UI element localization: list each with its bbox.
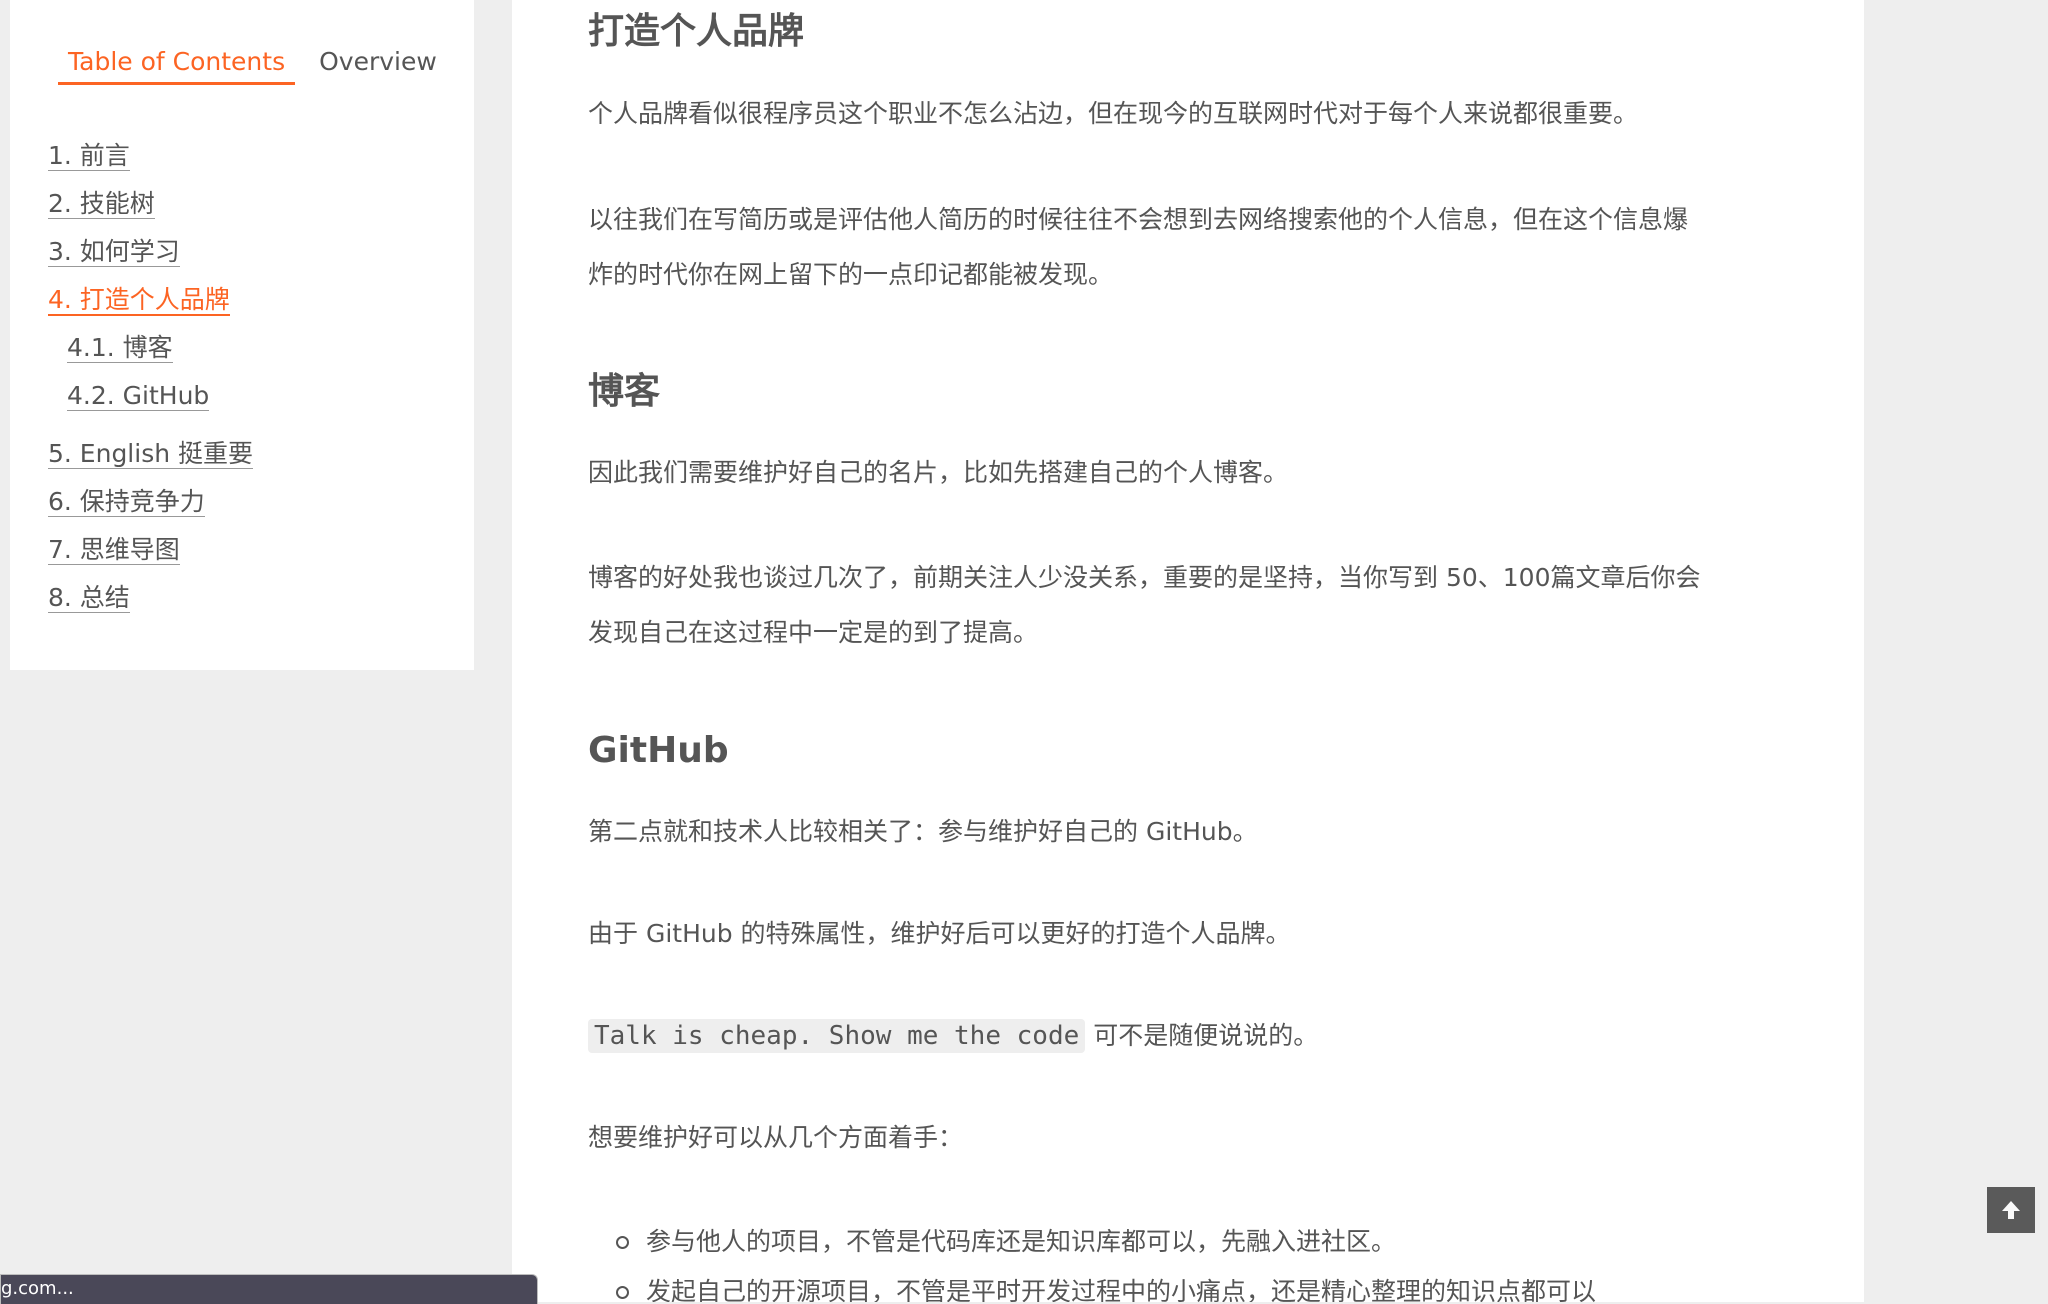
circle-bullet-icon xyxy=(616,1286,629,1299)
toc-item-preface: 1. 前言 xyxy=(48,136,253,184)
toc-item-github: 4.2. GitHub xyxy=(48,376,253,424)
inline-code: Talk is cheap. Show me the code xyxy=(588,1019,1086,1053)
toc-link-skill-tree[interactable]: 2. 技能树 xyxy=(48,189,155,219)
paragraph-line: 博客的好处我也谈过几次了，前期关注人少没关系，重要的是坚持，当你写到 50、10… xyxy=(588,563,1701,592)
heading-github: GitHub xyxy=(588,730,729,771)
toc-link-competitiveness[interactable]: 6. 保持竞争力 xyxy=(48,487,205,517)
toc-link-how-to-learn[interactable]: 3. 如何学习 xyxy=(48,237,180,267)
toc-item-mind-map: 7. 思维导图 xyxy=(48,530,253,578)
tab-table-of-contents[interactable]: Table of Contents xyxy=(58,38,296,85)
toc-item-how-to-learn: 3. 如何学习 xyxy=(48,232,253,280)
paragraph: 以往我们在写简历或是评估他人简历的时候往往不会想到去网络搜索他的个人信息，但在这… xyxy=(588,192,1688,302)
toc-item-english: 5. English 挺重要 xyxy=(48,434,254,482)
paragraph-line: 发现自己在这过程中一定是的到了提高。 xyxy=(588,618,1039,647)
list-item: 参与他人的项目，不管是代码库还是知识库都可以，先融入进社区。 xyxy=(616,1222,1596,1272)
paragraph: 第二点就和技术人比较相关了：参与维护好自己的 GitHub。 xyxy=(588,817,1258,846)
link-preview-status-bar: g.com... xyxy=(0,1274,538,1304)
heading-personal-brand: 打造个人品牌 xyxy=(588,11,805,52)
toc-item-competitiveness: 6. 保持竞争力 xyxy=(48,482,253,530)
arrow-up-icon xyxy=(2002,1201,2020,1219)
toc-item-personal-brand: 4. 打造个人品牌 xyxy=(48,280,253,328)
paragraph: 由于 GitHub 的特殊属性，维护好后可以更好的打造个人品牌。 xyxy=(588,919,1291,948)
sidebar: Table of Contents Overview 1. 前言 2. 技能树 … xyxy=(10,0,474,670)
paragraph: 个人品牌看似很程序员这个职业不怎么沾边，但在现今的互联网时代对于每个人来说都很重… xyxy=(588,99,1639,128)
status-bar-url: g.com... xyxy=(1,1278,74,1299)
table-of-contents: 1. 前言 2. 技能树 3. 如何学习 4. 打造个人品牌 4.1. 博客 4… xyxy=(48,136,254,626)
heading-blog: 博客 xyxy=(588,371,661,412)
toc-link-summary[interactable]: 8. 总结 xyxy=(48,583,130,613)
paragraph: 想要维护好可以从几个方面着手： xyxy=(588,1123,964,1152)
toc-link-github[interactable]: 4.2. GitHub xyxy=(67,381,210,411)
paragraph: 博客的好处我也谈过几次了，前期关注人少没关系，重要的是坚持，当你写到 50、10… xyxy=(588,550,1700,660)
paragraph: Talk is cheap. Show me the code 可不是随便说说的… xyxy=(588,1016,1318,1056)
toc-item-blog: 4.1. 博客 xyxy=(48,328,253,376)
list-item-text: 发起自己的开源项目，不管是平时开发过程中的小痛点，还是精心整理的知识点都可以 xyxy=(646,1277,1597,1302)
toc-link-mind-map[interactable]: 7. 思维导图 xyxy=(48,535,180,565)
toc-link-english[interactable]: 5. English 挺重要 xyxy=(48,439,254,469)
toc-item-skill-tree: 2. 技能树 xyxy=(48,184,253,232)
paragraph: 因此我们需要维护好自己的名片，比如先搭建自己的个人博客。 xyxy=(588,458,1289,487)
tab-overview[interactable]: Overview xyxy=(309,38,447,85)
paragraph-line: 炸的时代你在网上留下的一点印记都能被发现。 xyxy=(588,260,1114,289)
toc-link-blog[interactable]: 4.1. 博客 xyxy=(67,333,173,363)
circle-bullet-icon xyxy=(616,1236,629,1249)
sidebar-tabs: Table of Contents Overview xyxy=(58,38,461,92)
main-content: 打造个人品牌 个人品牌看似很程序员这个职业不怎么沾边，但在现今的互联网时代对于每… xyxy=(512,0,1864,1302)
list-item: 发起自己的开源项目，不管是平时开发过程中的小痛点，还是精心整理的知识点都可以 xyxy=(616,1272,1597,1302)
bullet-list: 参与他人的项目，不管是代码库还是知识库都可以，先融入进社区。 发起自己的开源项目… xyxy=(588,1222,1596,1302)
paragraph-line: 以往我们在写简历或是评估他人简历的时候往往不会想到去网络搜索他的个人信息，但在这… xyxy=(588,205,1689,234)
list-item-text: 参与他人的项目，不管是代码库还是知识库都可以，先融入进社区。 xyxy=(646,1227,1397,1256)
toc-link-preface[interactable]: 1. 前言 xyxy=(48,141,130,171)
toc-item-summary: 8. 总结 xyxy=(48,578,253,626)
paragraph-text: 可不是随便说说的。 xyxy=(1085,1021,1319,1050)
toc-link-personal-brand[interactable]: 4. 打造个人品牌 xyxy=(48,285,230,316)
back-to-top-button[interactable] xyxy=(1987,1187,2035,1233)
